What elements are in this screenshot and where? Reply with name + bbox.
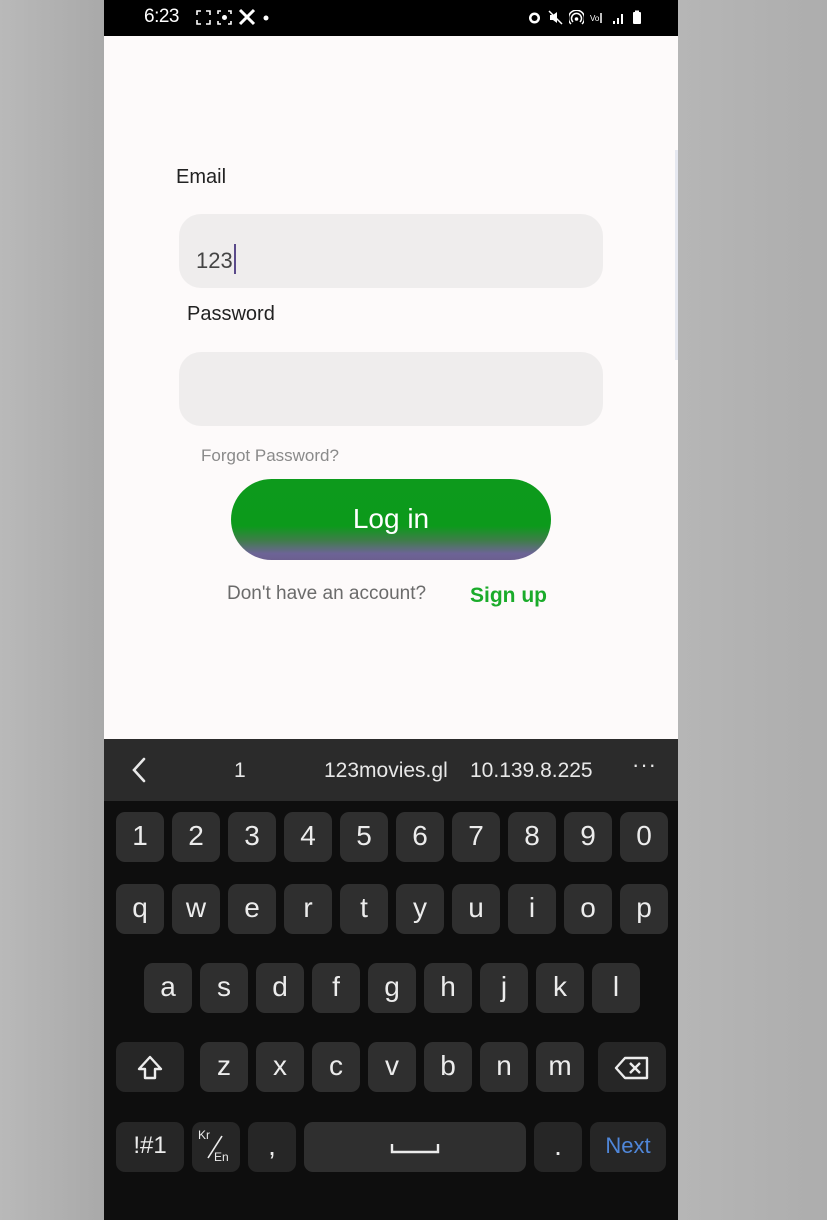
key-u[interactable]: u xyxy=(452,884,500,934)
key-5[interactable]: 5 xyxy=(340,812,388,862)
key-4[interactable]: 4 xyxy=(284,812,332,862)
key-g[interactable]: g xyxy=(368,963,416,1013)
dot-icon xyxy=(263,15,269,20)
key-0[interactable]: 0 xyxy=(620,812,668,862)
battery-icon xyxy=(633,10,641,24)
key-8[interactable]: 8 xyxy=(508,812,556,862)
key-s[interactable]: s xyxy=(200,963,248,1013)
suggestion-item[interactable]: 10.139.8.225 xyxy=(470,759,593,783)
signup-link[interactable]: Sign up xyxy=(470,584,547,608)
status-time: 6:23 xyxy=(144,6,179,27)
key-1[interactable]: 1 xyxy=(116,812,164,862)
signup-prompt: Don't have an account? xyxy=(227,583,427,604)
key-r[interactable]: r xyxy=(284,884,332,934)
key-d[interactable]: d xyxy=(256,963,304,1013)
symbols-key[interactable]: !#1 xyxy=(116,1122,184,1172)
space-bar-icon xyxy=(390,1143,440,1153)
key-v[interactable]: v xyxy=(368,1042,416,1092)
hotspot-icon xyxy=(569,9,584,25)
key-j[interactable]: j xyxy=(480,963,528,1013)
next-key[interactable]: Next xyxy=(590,1122,666,1172)
key-q[interactable]: q xyxy=(116,884,164,934)
key-6[interactable]: 6 xyxy=(396,812,444,862)
svg-text:Vo: Vo xyxy=(590,14,600,23)
key-m[interactable]: m xyxy=(536,1042,584,1092)
period-key[interactable]: . xyxy=(534,1122,582,1172)
lang-key-bottom: En xyxy=(214,1150,229,1164)
status-left-icons xyxy=(196,6,270,28)
key-2[interactable]: 2 xyxy=(172,812,220,862)
key-t[interactable]: t xyxy=(340,884,388,934)
space-key[interactable] xyxy=(304,1122,526,1172)
password-label: Password xyxy=(187,303,275,325)
background-left xyxy=(0,0,104,1220)
text-cursor xyxy=(233,244,236,274)
key-k[interactable]: k xyxy=(536,963,584,1013)
key-b[interactable]: b xyxy=(424,1042,472,1092)
backspace-key[interactable] xyxy=(598,1042,666,1092)
key-9[interactable]: 9 xyxy=(564,812,612,862)
key-h[interactable]: h xyxy=(424,963,472,1013)
suggestion-item[interactable]: 123movies.gl xyxy=(324,759,448,783)
login-button[interactable]: Log in xyxy=(231,479,551,560)
status-bar: 6:23 Vo xyxy=(104,0,678,36)
mute-icon xyxy=(548,9,563,25)
key-7[interactable]: 7 xyxy=(452,812,500,862)
alarm-icon xyxy=(529,12,540,23)
key-z[interactable]: z xyxy=(200,1042,248,1092)
password-input[interactable] xyxy=(179,352,603,426)
key-a[interactable]: a xyxy=(144,963,192,1013)
key-x[interactable]: x xyxy=(256,1042,304,1092)
forgot-password-link[interactable]: Forgot Password? xyxy=(201,446,339,466)
status-right-icons: Vo xyxy=(527,6,642,28)
screenshot-icon xyxy=(196,9,211,25)
comma-key[interactable]: , xyxy=(248,1122,296,1172)
key-n[interactable]: n xyxy=(480,1042,528,1092)
key-c[interactable]: c xyxy=(312,1042,360,1092)
key-o[interactable]: o xyxy=(564,884,612,934)
suggestion-item[interactable]: 1 xyxy=(234,759,246,783)
suggestion-bar: 1 123movies.gl 10.139.8.225 ··· xyxy=(104,739,678,801)
key-e[interactable]: e xyxy=(228,884,276,934)
key-i[interactable]: i xyxy=(508,884,556,934)
keyboard: 1 123movies.gl 10.139.8.225 ··· 12345678… xyxy=(104,739,678,1220)
key-p[interactable]: p xyxy=(620,884,668,934)
background-right xyxy=(678,0,827,1220)
volte-icon: Vo xyxy=(590,12,602,23)
shift-icon xyxy=(137,1055,163,1079)
signal-icon xyxy=(613,13,623,24)
more-options-icon[interactable]: ··· xyxy=(632,752,657,778)
key-3[interactable]: 3 xyxy=(228,812,276,862)
key-w[interactable]: w xyxy=(172,884,220,934)
screen-record-icon xyxy=(217,9,232,25)
key-y[interactable]: y xyxy=(396,884,444,934)
key-l[interactable]: l xyxy=(592,963,640,1013)
scroll-indicator xyxy=(675,150,678,360)
x-app-icon xyxy=(238,8,256,26)
phone-screen: 6:23 Vo Email 123 Password Forgot Passwo… xyxy=(104,0,678,1220)
email-input[interactable]: 123 xyxy=(179,214,603,288)
key-f[interactable]: f xyxy=(312,963,360,1013)
email-value: 123 xyxy=(196,248,233,273)
chevron-left-icon[interactable] xyxy=(128,755,150,785)
email-label: Email xyxy=(176,166,227,188)
language-key[interactable]: Kr En xyxy=(192,1122,240,1172)
shift-key[interactable] xyxy=(116,1042,184,1092)
backspace-icon xyxy=(614,1056,649,1079)
